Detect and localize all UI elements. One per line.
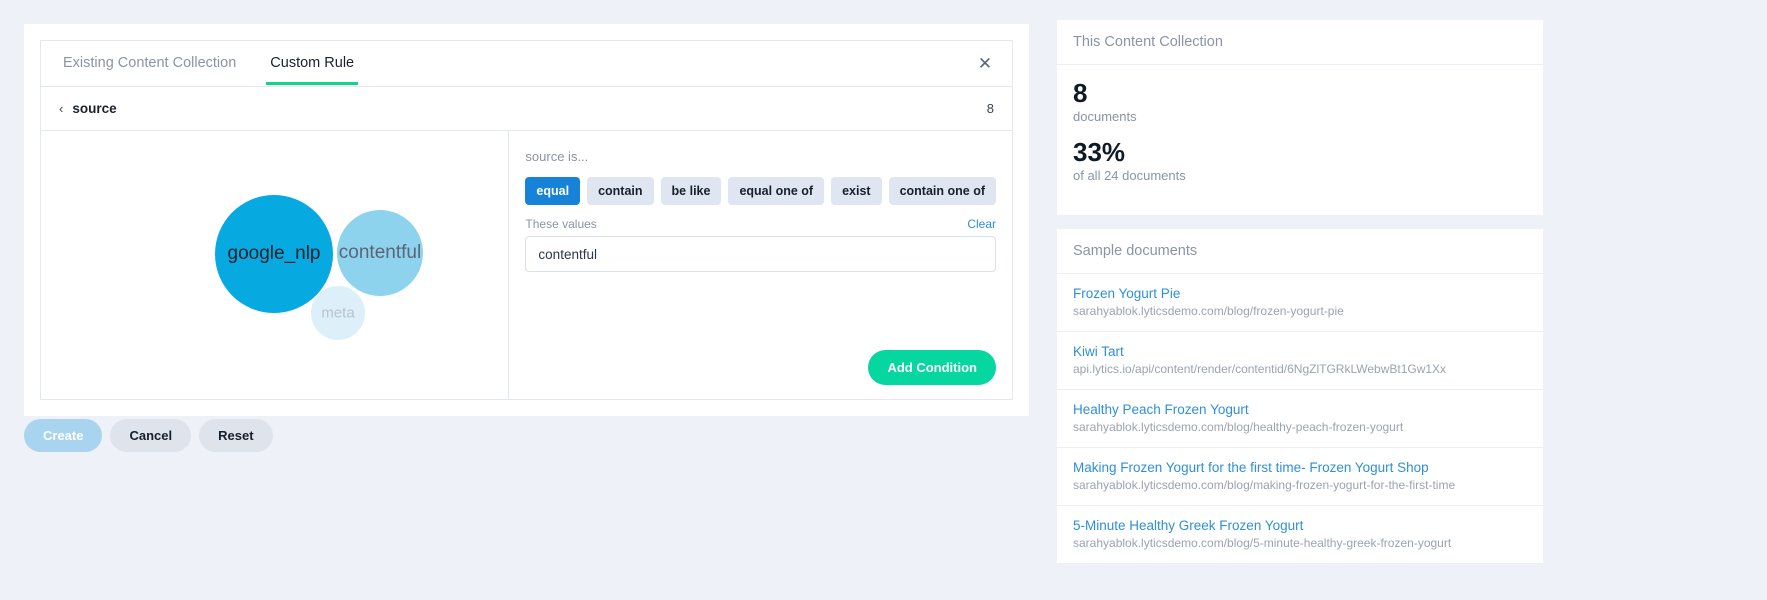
collection-stats-panel: This Content Collection 8 documents 33% … — [1057, 20, 1543, 215]
tab-existing-content-collection[interactable]: Existing Content Collection — [59, 43, 240, 84]
sidebar: This Content Collection 8 documents 33% … — [1057, 20, 1543, 578]
tab-bar: Existing Content Collection Custom Rule … — [41, 41, 1012, 87]
list-item[interactable]: 5-Minute Healthy Greek Frozen Yogurt sara… — [1057, 506, 1543, 564]
bubble-label-meta: meta — [321, 304, 355, 322]
list-item[interactable]: Making Frozen Yogurt for the first time-… — [1057, 448, 1543, 506]
operator-button-be-like[interactable]: be like — [660, 177, 722, 205]
sample-documents-panel: Sample documents Frozen Yogurt Pie sarahy… — [1057, 228, 1543, 564]
document-count: 8 — [1073, 78, 1088, 108]
document-url: api.lytics.io/api/content/render/content… — [1073, 361, 1447, 376]
sample-documents-header: Sample documents — [1057, 229, 1543, 274]
document-url: sarahyablok.lyticsdemo.com/blog/making-f… — [1073, 477, 1456, 492]
breadcrumb-count: 8 — [986, 101, 994, 116]
document-count-caption: documents — [1073, 108, 1137, 124]
operator-button-contain-one-of[interactable]: contain one of — [888, 177, 996, 205]
breadcrumb-field-label: source — [72, 101, 117, 116]
rule-body: google_nlp contentful meta source is... eq… — [41, 131, 1012, 399]
document-title[interactable]: Making Frozen Yogurt for the first time-… — [1073, 460, 1527, 475]
condition-title: source is... — [525, 149, 589, 164]
rule-builder-panel: Existing Content Collection Custom Rule … — [24, 24, 1029, 416]
document-url: sarahyablok.lyticsdemo.com/blog/frozen-y… — [1073, 303, 1344, 318]
tab-label: Existing Content Collection — [63, 55, 237, 71]
condition-editor: source is... equal contain be like equal on… — [509, 131, 1012, 399]
breadcrumb: ‹ source 8 — [41, 87, 1012, 131]
list-item[interactable]: Frozen Yogurt Pie sarahyablok.lyticsdemo.… — [1057, 274, 1543, 332]
bubble-label-google_nlp: google_nlp — [227, 243, 321, 264]
cancel-button[interactable]: Cancel — [110, 419, 192, 452]
operator-button-contain[interactable]: contain — [587, 177, 654, 205]
percent-caption: of all 24 documents — [1073, 167, 1186, 183]
document-title[interactable]: Kiwi Tart — [1073, 344, 1527, 359]
collection-stats-body: 8 documents 33% of all 24 documents — [1057, 65, 1543, 215]
document-title[interactable]: Healthy Peach Frozen Yogurt — [1073, 402, 1527, 417]
add-condition-row: Add Condition — [525, 350, 996, 385]
close-icon[interactable]: ✕ — [976, 54, 994, 73]
values-header: These values Clear — [525, 217, 996, 231]
document-title[interactable]: Frozen Yogurt Pie — [1073, 286, 1527, 301]
add-condition-button[interactable]: Add Condition — [868, 350, 996, 385]
collection-stats-header: This Content Collection — [1057, 20, 1543, 65]
bubble-chart: google_nlp contentful meta — [41, 131, 510, 399]
clear-values-link[interactable]: Clear — [967, 217, 996, 231]
operator-button-equal[interactable]: equal — [525, 177, 581, 205]
document-url: sarahyablok.lyticsdemo.com/blog/healthy-… — [1073, 419, 1404, 434]
reset-button[interactable]: Reset — [199, 419, 273, 452]
document-url: sarahyablok.lyticsdemo.com/blog/5-minute… — [1073, 535, 1452, 550]
values-label: These values — [525, 217, 597, 231]
create-button[interactable]: Create — [24, 419, 103, 452]
percent-value: 33% — [1073, 136, 1126, 167]
operator-button-exist[interactable]: exist — [831, 177, 882, 205]
form-actions: Create Cancel Reset — [24, 419, 273, 452]
sample-documents-list: Frozen Yogurt Pie sarahyablok.lyticsdemo.… — [1057, 274, 1543, 564]
values-input[interactable] — [525, 236, 996, 272]
tab-label: Custom Rule — [270, 55, 355, 71]
app-page: Existing Content Collection Custom Rule … — [0, 0, 1767, 600]
document-title[interactable]: 5-Minute Healthy Greek Frozen Yogurt — [1073, 518, 1527, 533]
list-item[interactable]: Healthy Peach Frozen Yogurt sarahyablok.l… — [1057, 390, 1543, 448]
back-chevron-icon[interactable]: ‹ — [59, 101, 63, 116]
operator-button-group: equal contain be like equal one of exist cont… — [525, 177, 996, 205]
list-item[interactable]: Kiwi Tart api.lytics.io/api/content/rende… — [1057, 332, 1543, 390]
bubble-label-contentful: contentful — [338, 242, 422, 263]
tab-custom-rule[interactable]: Custom Rule — [266, 43, 358, 85]
operator-button-equal-one-of[interactable]: equal one of — [728, 177, 825, 205]
rule-card: Existing Content Collection Custom Rule … — [40, 40, 1013, 400]
